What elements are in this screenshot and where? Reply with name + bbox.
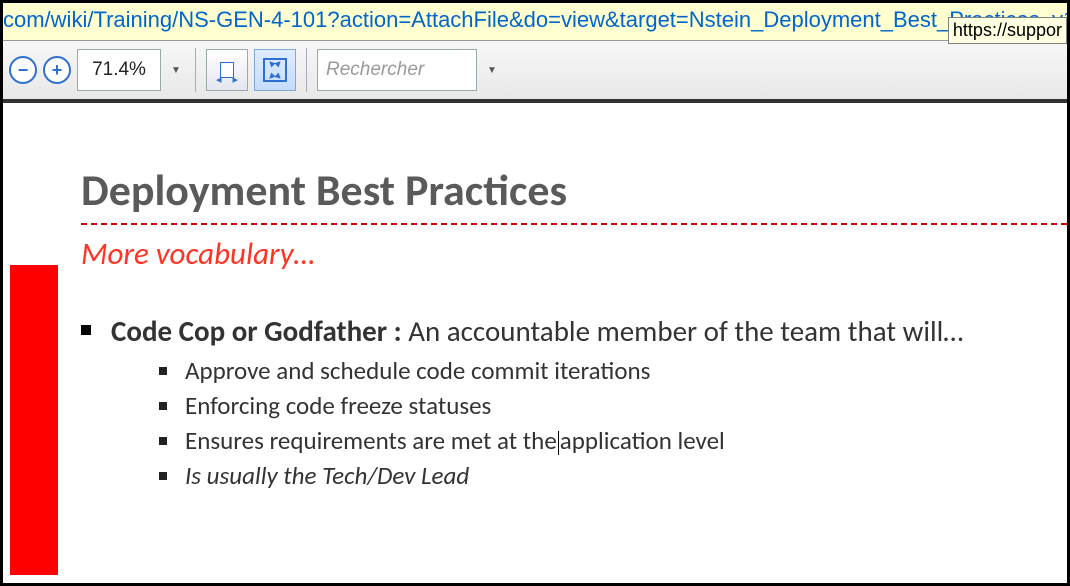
slide-title: Deployment Best Practices [81,163,1067,217]
bullet-square-icon [159,437,167,445]
title-underline [81,223,1067,225]
fullscreen-icon: ▲▲▲▲ [263,58,287,82]
url-tooltip: https://suppor [948,17,1067,44]
bullet-square-icon [81,325,91,335]
zoom-in-button[interactable]: + [43,56,71,84]
fit-width-button[interactable]: ◂▸ [206,49,248,91]
zoom-group: − + 71.4% ▼ [9,49,185,91]
document-viewport: Deployment Best Practices More vocabular… [3,103,1067,583]
bullet-level2: Enforcing code freeze statuses [159,390,1067,421]
slide-content: Deployment Best Practices More vocabular… [81,163,1067,491]
bullet-level2-text: Enforcing code freeze statuses [185,390,491,421]
search-input[interactable]: Rechercher [317,49,477,91]
address-bar[interactable]: com/wiki/Training/NS-GEN-4-101?action=At… [3,3,1067,33]
slide-accent-bar [10,265,58,575]
term-def-tail: will… [903,313,964,349]
bullet-square-icon [159,472,167,480]
fit-width-icon: ◂▸ [216,59,238,81]
bullet-square-icon [159,402,167,410]
bullet-level2: Ensures requirements are met at theappli… [159,425,1067,456]
bullet-level2-text: Approve and schedule code commit iterati… [185,355,650,386]
search-dropdown-caret[interactable]: ▼ [483,49,501,91]
zoom-level-input[interactable]: 71.4% [77,49,161,91]
bullet-square-icon [159,367,167,375]
bullet-level1: Code Cop or Godfather : An accountable m… [81,311,1067,351]
text-cursor [558,431,559,455]
zoom-out-button[interactable]: − [9,56,37,84]
toolbar-divider [306,48,307,92]
address-bar-row: com/wiki/Training/NS-GEN-4-101?action=At… [3,3,1067,41]
bullet-level2-text: Ensures requirements are met at theappli… [185,425,725,456]
bullet-level2-text: Is usually the Tech/Dev Lead [185,460,469,491]
zoom-dropdown-caret[interactable]: ▼ [167,49,185,91]
sub-bullet-part1: Ensures requirements are met at the [185,425,557,456]
bullet-level2: Approve and schedule code commit iterati… [159,355,1067,386]
toolbar-divider [195,48,196,92]
slide-subtitle: More vocabulary… [81,235,1067,273]
bullet-level2: Is usually the Tech/Dev Lead [159,460,1067,491]
term-bold: Code Cop or Godfather : [111,313,402,349]
sub-bullet-part2: application level [560,425,725,456]
fit-page-button[interactable]: ▲▲▲▲ [254,49,296,91]
pdf-toolbar: − + 71.4% ▼ ◂▸ ▲▲▲▲ Rechercher ▼ [3,41,1067,103]
term-def: An accountable member of the team that [402,313,903,349]
bullet-level1-text: Code Cop or Godfather : An accountable m… [111,311,963,351]
